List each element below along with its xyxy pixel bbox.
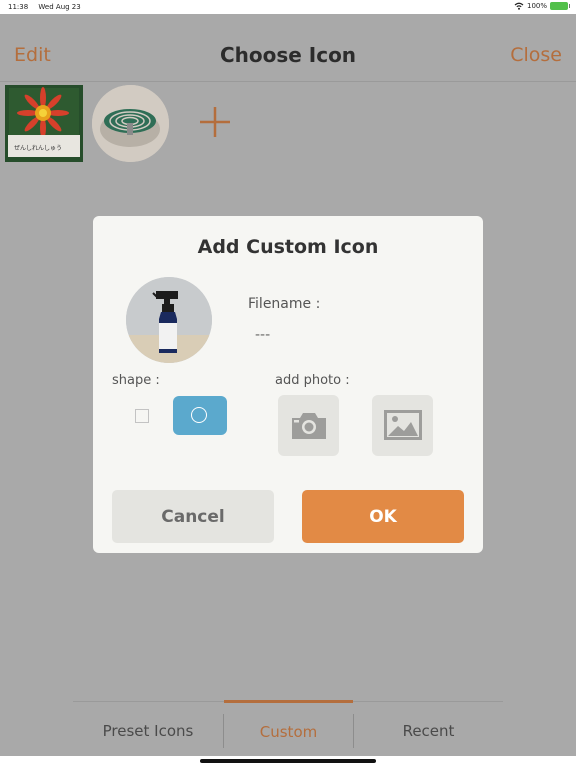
page-title: Choose Icon (219, 43, 357, 67)
custom-icon-strip: ぜんしれんしゅう (0, 84, 576, 164)
tab-recent[interactable]: Recent (354, 702, 503, 760)
home-indicator (200, 759, 376, 763)
status-date: Wed Aug 23 (38, 3, 81, 11)
battery-percent: 100% (526, 2, 547, 10)
filename-label: Filename : (248, 296, 321, 312)
plus-icon[interactable] (197, 104, 233, 140)
cancel-button[interactable]: Cancel (112, 490, 274, 543)
gallery-icon (384, 410, 422, 440)
filename-value: --- (255, 327, 271, 343)
battery-icon (550, 2, 570, 10)
dialog-title: Add Custom Icon (197, 236, 379, 258)
wifi-icon (514, 2, 524, 10)
shape-label: shape : (112, 373, 160, 388)
custom-icon-flower[interactable]: ぜんしれんしゅう (5, 85, 83, 162)
add-photo-label: add photo : (275, 373, 350, 388)
photo-library-button[interactable] (372, 395, 433, 456)
mosquito-coil-photo (92, 85, 169, 162)
icon-preview (126, 277, 212, 363)
custom-icon-coil[interactable] (92, 85, 169, 162)
tab-custom[interactable]: Custom (224, 700, 353, 761)
flower-photo-caption: ぜんしれんしゅう (14, 145, 63, 152)
status-time: 11:38 (8, 3, 29, 11)
tab-preset-icons[interactable]: Preset Icons (73, 702, 223, 760)
status-bar: 11:38 Wed Aug 23 100% (0, 0, 576, 14)
camera-icon (292, 413, 326, 439)
circle-shape-icon (191, 407, 207, 423)
tab-bar: Preset Icons Custom Recent (73, 700, 503, 761)
ok-button[interactable]: OK (302, 490, 464, 543)
status-bar-left: 11:38 Wed Aug 23 (8, 3, 89, 11)
close-button[interactable]: Close (510, 44, 562, 66)
circle-shape-option[interactable] (173, 396, 227, 435)
flower-photo-label: ぜんしれんしゅう (8, 135, 80, 157)
status-bar-right: 100% (514, 2, 570, 10)
camera-button[interactable] (278, 395, 339, 456)
spray-bottle-photo (126, 277, 212, 363)
square-shape-option[interactable] (135, 409, 149, 423)
add-custom-icon-dialog: Add Custom Icon Filename : --- shape : a… (93, 216, 483, 553)
nav-bar: Edit Choose Icon Close (0, 14, 576, 82)
